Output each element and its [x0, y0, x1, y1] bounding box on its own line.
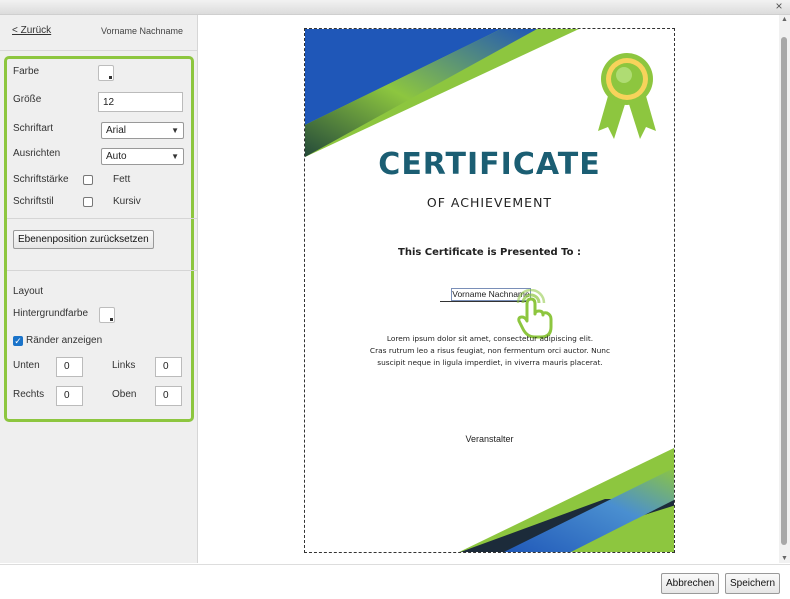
font-weight-label: Schriftstärke: [13, 174, 69, 185]
scrollbar-thumb[interactable]: [781, 37, 787, 545]
background-color-swatch[interactable]: [99, 307, 115, 323]
margin-bottom-label: Unten: [13, 360, 40, 371]
certificate-canvas[interactable]: CERTIFICATE OF ACHIEVEMENT This Certific…: [304, 28, 675, 553]
font-size-input[interactable]: 12: [98, 92, 183, 112]
text-color-swatch[interactable]: [98, 65, 114, 81]
margin-right-input[interactable]: 0: [56, 386, 83, 406]
italic-checkbox[interactable]: [83, 197, 93, 207]
scroll-up-arrow-icon[interactable]: ▲: [781, 16, 788, 23]
bold-option-label: Fett: [113, 174, 131, 185]
divider: [7, 270, 197, 271]
back-link[interactable]: < Zurück: [12, 25, 51, 36]
font-family-label: Schriftart: [13, 123, 54, 134]
bottom-right-corner-shapes: [459, 447, 674, 552]
margin-left-input[interactable]: 0: [155, 357, 182, 377]
selected-element-name: Vorname Nachname: [100, 26, 183, 36]
cancel-button[interactable]: Abbrechen: [661, 573, 720, 594]
close-icon[interactable]: ×: [773, 0, 785, 14]
body-line: Cras rutrum leo a risus feugiat, non fer…: [369, 346, 611, 355]
show-borders-label: Ränder anzeigen: [26, 335, 103, 346]
divider: [7, 218, 197, 219]
align-value: Auto: [106, 151, 127, 162]
margin-right-label: Rechts: [13, 389, 45, 400]
properties-sidebar: < Zurück Vorname Nachname Farbe Größe 12…: [0, 15, 198, 563]
align-select[interactable]: Auto ▼: [101, 148, 184, 165]
font-family-value: Arial: [106, 125, 127, 136]
award-ribbon-icon: [598, 53, 656, 139]
canvas-scrollbar[interactable]: ▲ ▼: [779, 15, 790, 563]
highlighted-properties-panel: Farbe Größe 12 Schriftart Arial ▼ Ausric…: [4, 56, 197, 422]
font-family-select[interactable]: Arial ▼: [101, 122, 184, 139]
dialog-title-bar: ×: [0, 0, 790, 15]
margin-bottom-input[interactable]: 0: [56, 357, 83, 377]
margin-left-label: Links: [112, 360, 136, 371]
certificate-subtitle: OF ACHIEVEMENT: [426, 195, 553, 210]
align-label: Ausrichten: [13, 148, 61, 159]
chevron-down-icon: ▼: [171, 126, 179, 135]
show-borders-checkbox[interactable]: ✓: [13, 336, 23, 346]
font-style-label: Schriftstil: [13, 196, 54, 207]
color-label: Farbe: [13, 66, 40, 77]
scroll-down-arrow-icon[interactable]: ▼: [781, 555, 788, 562]
layout-heading: Layout: [13, 286, 44, 297]
save-button[interactable]: Speichern: [725, 573, 781, 594]
tap-hand-cursor-icon: [516, 289, 553, 339]
dialog-footer: Abbrechen Speichern: [0, 564, 790, 599]
certificate-title: CERTIFICATE: [378, 147, 601, 182]
certificate-body-text: Lorem ipsum dolor sit amet, consectetur …: [355, 333, 625, 369]
bold-checkbox[interactable]: [83, 175, 93, 185]
body-line: suscipit neque in ligula imperdiet, in v…: [377, 358, 603, 367]
reset-layer-position-button[interactable]: Ebenenposition zurücksetzen: [13, 230, 154, 249]
chevron-down-icon: ▼: [171, 152, 179, 161]
body-line: Lorem ipsum dolor sit amet, consectetur …: [386, 334, 594, 343]
divider: [0, 50, 197, 51]
italic-option-label: Kursiv: [113, 196, 141, 207]
margin-top-label: Oben: [112, 389, 137, 400]
background-color-label: Hintergrundfarbe: [13, 308, 89, 319]
organizer-label: Veranstalter: [465, 434, 514, 444]
presented-to-text: This Certificate is Presented To :: [398, 247, 581, 258]
margin-top-input[interactable]: 0: [155, 386, 182, 406]
top-left-corner-shapes: [305, 29, 579, 157]
size-label: Größe: [13, 94, 42, 105]
